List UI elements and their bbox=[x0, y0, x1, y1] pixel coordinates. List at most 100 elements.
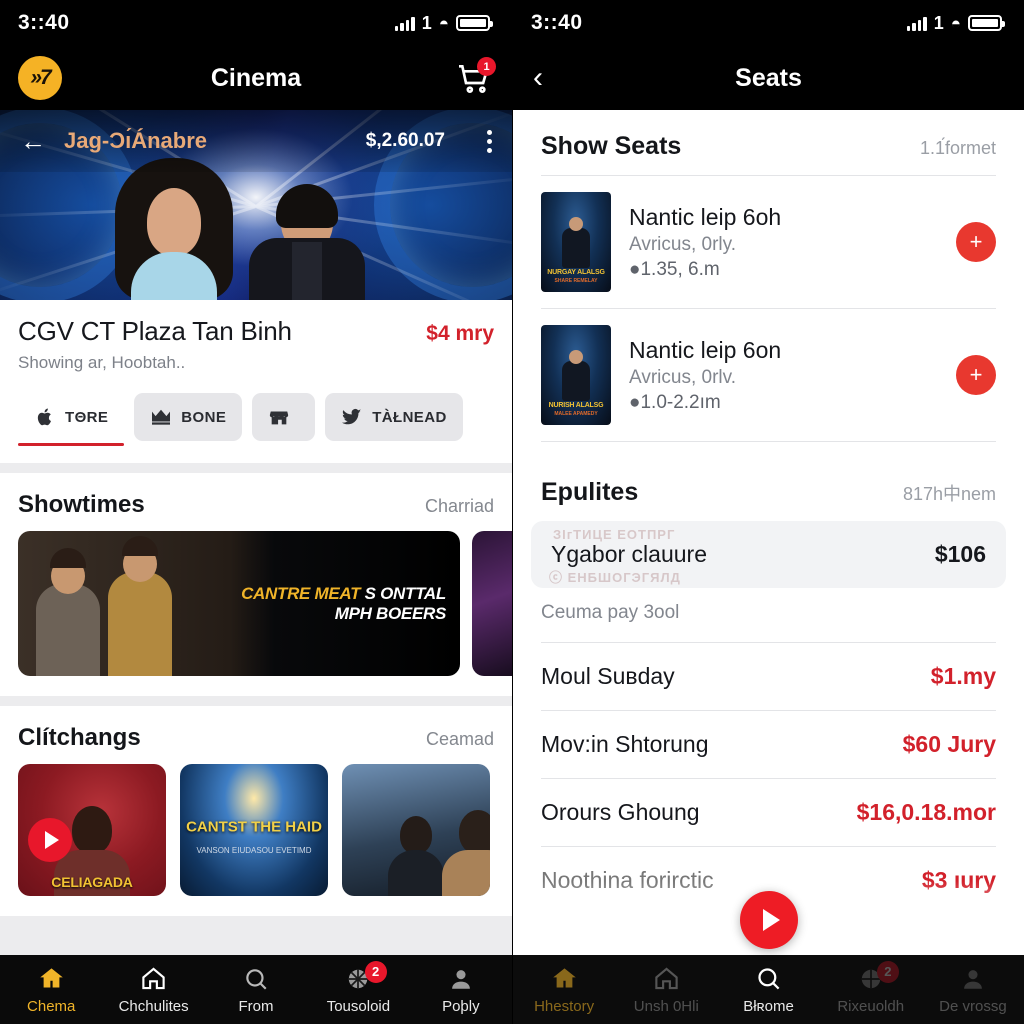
show-seats-title: Show Seats bbox=[541, 132, 682, 160]
bottom-navigation: Hhestory Unsh 0Hli Błʀome 2 Rixeuoldh De… bbox=[513, 955, 1024, 1024]
nav-item-hhestory[interactable]: Hhestory bbox=[513, 965, 615, 1015]
showtime-card-text: CANTRE MEAT S ONTTAL MPH BOEERS bbox=[241, 584, 446, 624]
carrier-label: 1 bbox=[421, 12, 432, 33]
nav-item-unsh[interactable]: Unsh 0Hli bbox=[615, 965, 717, 1015]
status-time: 3::40 bbox=[531, 11, 583, 34]
home-outline-icon bbox=[653, 965, 680, 993]
status-bar: 3::40 1 ◓ bbox=[0, 0, 512, 46]
poster-subtitle: SHARE REMELAY bbox=[554, 278, 598, 284]
nav-label: From bbox=[238, 997, 274, 1015]
dual-screenshot: 3::40 1 ◓ »7 Cinema 1 ← Jag-Ɔı́Ánabre $,… bbox=[0, 0, 1024, 1024]
seat-row[interactable]: NURGAY ALALSG SHARE REMELAY Nantic leip … bbox=[513, 176, 1024, 308]
signal-bars-icon bbox=[906, 16, 927, 31]
nav-item-chchulites[interactable]: Chchulites bbox=[102, 965, 204, 1015]
nav-item-rixeuoldh[interactable]: 2 Rixeuoldh bbox=[820, 960, 922, 1015]
app-logo[interactable]: »7 bbox=[18, 56, 62, 100]
clitchangs-action[interactable]: Ceamad bbox=[426, 729, 494, 750]
row-label: Noothinа forirctic bbox=[541, 867, 714, 893]
carrier-label: 1 bbox=[933, 12, 944, 33]
clitchangs-header: Clítchangs Ceamad bbox=[0, 706, 512, 764]
nav-label: Rixeuoldh bbox=[837, 997, 905, 1015]
hero-price: $,2.60.07 bbox=[365, 130, 445, 151]
apple-icon bbox=[34, 406, 56, 428]
plus-circle-icon[interactable]: + bbox=[956, 222, 996, 262]
clitchangs-title: Clítchangs bbox=[18, 724, 141, 751]
chip-label: TÀŁNEAD bbox=[372, 408, 447, 426]
seat-subtitle: Avricus, 0rly. bbox=[629, 233, 736, 255]
poster-art-2 bbox=[441, 764, 490, 896]
showtime-line2: MPH BOEERS bbox=[334, 603, 447, 623]
chip-twitter[interactable]: TÀŁNEAD bbox=[325, 393, 463, 441]
epulites-row[interactable]: Moul Suʙday $1.my bbox=[513, 643, 1024, 710]
chip-store-front[interactable] bbox=[252, 393, 316, 441]
seat-row[interactable]: NURISH ALALSG MALEE APAMEDY Nantic leip … bbox=[513, 309, 1024, 441]
status-bar: 3::40 1 ◓ bbox=[513, 0, 1024, 46]
showtimes-section: Showtimes Charriad CANTRE MEAT S ONTTAL … bbox=[0, 473, 512, 696]
page-title: Cinema bbox=[210, 63, 302, 92]
poster-card[interactable]: CELIAGADA bbox=[18, 764, 166, 896]
play-circle-icon[interactable] bbox=[28, 818, 72, 862]
showtime-card[interactable]: CANTRE MEAT S ONTTAL MPH BOEERS bbox=[18, 531, 460, 676]
epulites-row[interactable]: Mov:in Shtorung $60 Jury bbox=[513, 711, 1024, 778]
epulites-row[interactable]: Orours Ghoung $16,0.18.mor bbox=[513, 779, 1024, 846]
venue-action-chips: TΘRE BONE TÀŁNEAD bbox=[18, 393, 494, 446]
nav-item-bhome[interactable]: Błʀome bbox=[717, 965, 819, 1015]
nav-item-tousoloid[interactable]: 2 Tousoloid bbox=[307, 960, 409, 1015]
cart-button[interactable]: 1 bbox=[454, 57, 496, 98]
left-phone-screen: 3::40 1 ◓ »7 Cinema 1 ← Jag-Ɔı́Ánabre $,… bbox=[0, 0, 512, 1024]
nav-item-devrossg[interactable]: De vrossg bbox=[922, 965, 1024, 1015]
highlight-value: $106 bbox=[934, 541, 986, 567]
chip-bone[interactable]: BONE bbox=[134, 393, 243, 441]
showtimes-action[interactable]: Charriad bbox=[425, 496, 494, 517]
section-divider-2 bbox=[0, 696, 512, 706]
more-vertical-icon[interactable] bbox=[487, 129, 492, 153]
status-indicators: 1 ◓ bbox=[394, 12, 493, 34]
cart-badge: 1 bbox=[477, 57, 496, 76]
wifi-icon: ◓ bbox=[438, 13, 449, 33]
status-indicators: 1 ◓ bbox=[906, 12, 1005, 34]
status-time: 3::40 bbox=[18, 11, 70, 34]
nav-item-pohly[interactable]: Poþly bbox=[410, 965, 512, 1015]
app-bar: »7 Cinema 1 bbox=[0, 46, 512, 110]
person-icon bbox=[960, 965, 986, 993]
showtime-card-next[interactable] bbox=[472, 531, 512, 676]
right-phone-screen: 3::40 1 ◓ ‹ Seats Show Seats 1.1́formet … bbox=[512, 0, 1024, 1024]
crown-icon bbox=[150, 406, 172, 428]
battery-full-icon bbox=[968, 15, 1005, 31]
showtimes-rail[interactable]: CANTRE MEAT S ONTTAL MPH BOEERS bbox=[0, 531, 512, 696]
row-value: $16,0.18.mor bbox=[856, 799, 996, 825]
nav-item-chema[interactable]: Chema bbox=[0, 965, 102, 1015]
page-title: Seats bbox=[735, 63, 802, 92]
plus-circle-icon[interactable]: + bbox=[956, 355, 996, 395]
poster-title: NURISH ALALSG bbox=[548, 402, 604, 409]
epulites-highlight-row[interactable]: ЗІгТИЦЕ ЕОТПРГ Ygabor clauure $106 ⓒ ЕНБ… bbox=[531, 521, 1006, 588]
home-filled-icon bbox=[38, 965, 65, 993]
chip-label: BONE bbox=[181, 408, 227, 426]
chip-store[interactable]: TΘRE bbox=[18, 393, 125, 446]
showtime-line1a: CANTRE MEAT bbox=[241, 583, 361, 603]
venue-card: CGV CT Plaza Tan Binh $4 mry Showing ar,… bbox=[0, 300, 512, 463]
epulites-meta: 817h中nem bbox=[902, 484, 996, 504]
seat-meta: ●1.35, 6.m bbox=[629, 258, 720, 280]
clitchangs-rail[interactable]: CELIAGADA CANTST THE HAID VANSON EIUDASO… bbox=[0, 764, 512, 916]
chip-label: TΘRE bbox=[65, 408, 109, 426]
nav-label: De vrossg bbox=[939, 997, 1007, 1015]
highlight-content: Ygabor clauure $106 bbox=[541, 541, 996, 568]
row-label: Mov:in Shtorung bbox=[541, 731, 709, 757]
poster-card[interactable]: CANTST THE HAID VANSON EIUDASOU EVETIMD bbox=[180, 764, 328, 896]
right-scroll-body[interactable]: Show Seats 1.1́formet NURGAY ALALSG SHAR… bbox=[513, 110, 1024, 1024]
left-scroll-body[interactable]: CGV CT Plaza Tan Binh $4 mry Showing ar,… bbox=[0, 300, 512, 1024]
show-seats-meta: 1.1́formet bbox=[919, 138, 996, 158]
ghost-text-top: ЗІгТИЦЕ ЕОТПРГ bbox=[553, 527, 676, 542]
poster-card[interactable] bbox=[342, 764, 490, 896]
nav-item-from[interactable]: From bbox=[205, 965, 307, 1015]
storefront-icon bbox=[268, 406, 290, 428]
play-circle-icon[interactable] bbox=[739, 891, 798, 949]
arrow-left-icon[interactable]: ← bbox=[20, 128, 46, 154]
show-seats-header: Show Seats 1.1́formet bbox=[513, 110, 1024, 175]
section-divider bbox=[0, 463, 512, 473]
wifi-icon: ◓ bbox=[950, 13, 961, 33]
hero-banner[interactable]: ← Jag-Ɔı́Ánabre $,2.60.07 bbox=[0, 110, 512, 300]
nav-badge: 2 bbox=[364, 960, 387, 983]
